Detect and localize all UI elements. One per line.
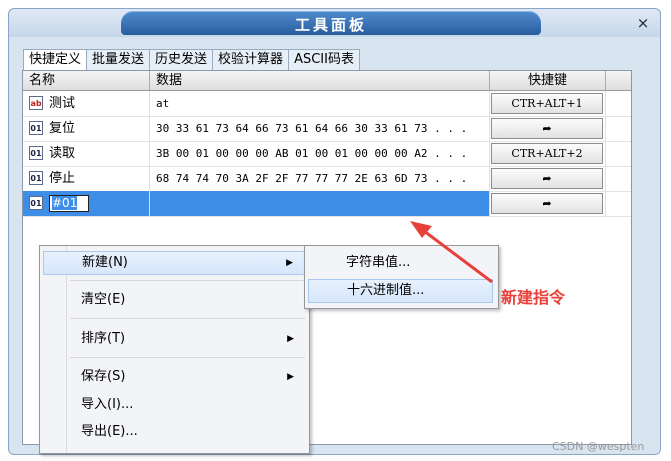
watermark: CSDN @wespten [552, 440, 645, 453]
annotation-label: 新建指令 [501, 288, 566, 307]
annotation-arrow [410, 221, 493, 284]
